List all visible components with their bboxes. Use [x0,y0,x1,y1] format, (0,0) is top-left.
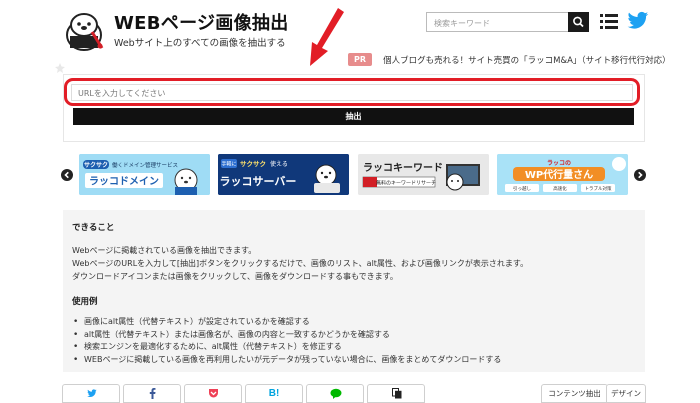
share-pocket-button[interactable] [184,384,242,403]
banner-server-name: ラッコサーバー [220,175,297,188]
banner-domain-badge: サクサク [84,161,108,169]
annotation-arrow-icon [310,8,344,66]
usage-heading: 使用例 [72,297,98,307]
pocket-icon [209,389,218,398]
banner-rakko-server[interactable]: 手軽に サクサク 使える ラッコサーバー [218,154,349,195]
banner-domain-tagline: 働くドメイン管理サービス [112,161,178,169]
banner-wp-tag-3: トラブル対策 [585,185,612,192]
svg-text:サクサク: サクサク [240,159,266,168]
about-line: Webページに掲載されている画像を抽出できます。 [72,246,257,255]
banner-rakko-keyword[interactable]: ラッコキーワード 無料のキーワードリサーチ [358,154,489,195]
twitter-icon[interactable] [627,11,649,31]
banner-domain-name: ラッコドメイン [89,176,159,188]
search-button[interactable] [568,12,589,32]
share-copy-button[interactable] [367,384,425,403]
site-header: WEBページ画像抽出 Webサイト上のすべての画像を抽出する 検索キーワード P… [0,0,700,66]
usage-item: alt属性（代替テキスト）または画像名が、画像の内容と一致するかどうかを確認する [72,329,645,342]
share-twitter-button[interactable] [62,384,120,403]
search-icon [573,16,584,28]
tag-design[interactable]: デザイン [606,384,646,403]
line-icon [330,388,342,399]
banner-rakko-wp[interactable]: ラッコの WP代行量さん 引っ越し 高速化 トラブル対策 [497,154,628,195]
extract-button[interactable]: 抽出 [73,108,634,125]
ad-link[interactable]: 個人ブログも売れる！サイト売買の「ラッコM&A」（サイト移行代行対応） [383,54,671,66]
pin-icon [55,63,65,73]
banner-keyword-sub: 無料のキーワードリサーチ [376,180,436,187]
share-facebook-button[interactable] [123,384,181,403]
usage-item: 検索エンジンを最適化するために、alt属性（代替テキスト）を修正する [72,341,645,354]
about-heading: できること [72,223,115,233]
usage-item: WEBページに掲載している画像を再利用したいが元データが残っていない場合に、画像… [72,354,645,367]
about-line: WebページのURLを入力して[抽出]ボタンをクリックするだけで、画像のリスト、… [72,259,529,268]
facebook-icon [149,388,156,399]
banner-keyword-name: ラッコキーワード [363,162,443,174]
banner-rakko-domain[interactable]: サクサク 働くドメイン管理サービス ラッコドメイン [79,154,210,195]
search-input[interactable]: 検索キーワード [426,12,568,32]
usage-item: 画像にalt属性（代替テキスト）が設定されているかを確認する [72,316,645,329]
copy-icon [392,388,402,399]
carousel-next-icon[interactable] [634,169,646,181]
about-line: ダウンロードアイコンまたは画像をクリックして、画像をダウンロードする事もできます… [72,272,398,281]
share-line-button[interactable] [306,384,364,403]
rakko-logo[interactable] [62,8,106,52]
usage-list: 画像にalt属性（代替テキスト）が設定されているかを確認する alt属性（代替テ… [72,316,645,366]
page-subtitle: Webサイト上のすべての画像を抽出する [114,38,286,49]
banner-wp-tag-2: 高速化 [553,185,567,192]
ad-bar[interactable]: PR 個人ブログも売れる！サイト売買の「ラッコM&A」（サイト移行代行対応） [348,49,671,66]
description-section: できること Webページに掲載されている画像を抽出できます。 WebページのUR… [63,210,645,372]
banner-wp-name: WP代行量さん [525,168,593,181]
twitter-icon [87,389,97,397]
pr-badge: PR [348,53,373,66]
hatena-icon: B! [268,388,280,399]
banner-wp-tag-1: 引っ越し [513,185,531,192]
svg-text:手軽に: 手軽に [221,161,236,168]
carousel-prev-icon[interactable] [61,169,73,181]
share-hatena-button[interactable]: B! [245,384,303,403]
page-title[interactable]: WEBページ画像抽出 [114,9,289,35]
banner-wp-tagline: ラッコの [547,160,571,167]
tag-content-extract[interactable]: コンテンツ抽出 [541,384,608,403]
url-input[interactable]: URLを入力してください [71,84,633,101]
menu-list-icon[interactable] [600,13,618,30]
svg-text:使える: 使える [270,160,288,168]
